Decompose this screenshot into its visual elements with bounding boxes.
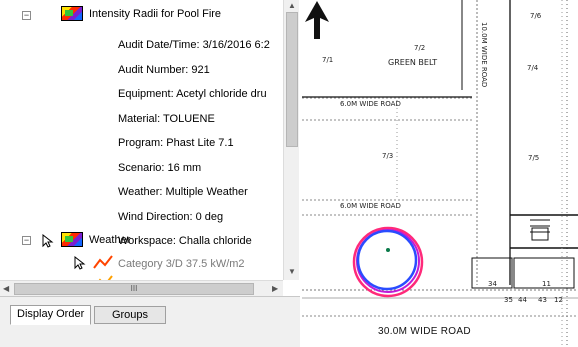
detail-scenario: Scenario: 16 mm xyxy=(118,162,202,174)
detail-audit-date: Audit Date/Time: 3/16/2016 6:2 xyxy=(118,39,270,51)
tab-groups[interactable]: Groups xyxy=(94,306,166,324)
collapse-intensity-expander[interactable]: − xyxy=(22,11,31,20)
road-label-6m: 6.0M WIDE ROAD xyxy=(340,100,401,108)
map-view[interactable]: 7/2 GREEN BELT 6.0M WIDE ROAD 6.0M WIDE … xyxy=(302,0,578,347)
layer-tree-panel: − Intensity Radii for Pool Fire Audit Da… xyxy=(0,0,300,347)
scroll-down-arrow[interactable]: ▼ xyxy=(288,267,296,276)
plot-label-e: 7/6 xyxy=(530,12,542,20)
plot-label-green-belt-code: 7/2 xyxy=(414,44,426,52)
road-label-6m-lower: 6.0M WIDE ROAD xyxy=(340,202,401,210)
small-label-3: 44 xyxy=(518,296,527,304)
layer-tree: − Intensity Radii for Pool Fire Audit Da… xyxy=(0,0,282,280)
category-line-icon xyxy=(93,255,113,269)
select-cursor-icon-2[interactable] xyxy=(74,256,86,270)
road-label-vertical: 10.0M WIDE ROAD xyxy=(480,22,488,88)
detail-program: Program: Phast Lite 7.1 xyxy=(118,137,234,149)
tree-vertical-scrollbar[interactable]: ▲ ▼ xyxy=(283,0,299,280)
plot-label-d: 7/5 xyxy=(528,154,540,162)
weather-layer-icon xyxy=(61,232,83,247)
detail-material: Material: TOLUENE xyxy=(118,113,215,125)
tab-display-order[interactable]: Display Order xyxy=(10,305,92,325)
plot-label-b: 7/3 xyxy=(382,152,394,160)
small-label-1: 34 xyxy=(488,280,497,288)
detail-weather: Weather: Multiple Weather xyxy=(118,186,248,198)
collapse-weather-expander[interactable]: − xyxy=(22,236,31,245)
road-label-30m: 30.0M WIDE ROAD xyxy=(378,326,471,337)
small-label-2: 35 xyxy=(504,296,513,304)
small-label-6: 11 xyxy=(542,280,551,288)
weather-layer-label[interactable]: Weather xyxy=(89,231,130,249)
north-arrow-icon xyxy=(305,1,329,39)
fire-radius-outer xyxy=(352,226,424,298)
panel-tab-strip: Display Order Groups xyxy=(0,296,300,347)
small-label-4: 43 xyxy=(538,296,547,304)
category-item-label[interactable]: Category 3/D 37.5 kW/m2 xyxy=(118,255,245,273)
scroll-up-arrow[interactable]: ▲ xyxy=(288,1,296,10)
vertical-scroll-thumb[interactable] xyxy=(286,12,298,147)
scroll-left-arrow[interactable]: ◀ xyxy=(3,284,9,293)
small-label-5: 12 xyxy=(554,296,563,304)
green-belt-label: GREEN BELT xyxy=(388,58,438,67)
detail-audit-number: Audit Number: 921 xyxy=(118,64,210,76)
plot-label-a: 7/1 xyxy=(322,56,334,64)
site-plan-drawing xyxy=(302,0,578,347)
fire-radius-inner xyxy=(356,229,418,291)
detail-workspace: Workspace: Challa chloride xyxy=(118,235,252,247)
source-point xyxy=(386,248,390,252)
intensity-layer-label[interactable]: Intensity Radii for Pool Fire xyxy=(89,5,221,23)
detail-wind-direction: Wind Direction: 0 deg xyxy=(118,211,224,223)
detail-equipment: Equipment: Acetyl chloride dru xyxy=(118,88,267,100)
select-cursor-icon[interactable] xyxy=(42,234,54,248)
scroll-right-arrow[interactable]: ▶ xyxy=(272,284,278,293)
layer-type-icon xyxy=(61,6,83,21)
plot-label-c: 7/4 xyxy=(527,64,539,72)
tree-horizontal-scrollbar[interactable]: ◀ III ▶ xyxy=(0,280,283,296)
horizontal-scroll-thumb[interactable]: III xyxy=(14,283,254,295)
